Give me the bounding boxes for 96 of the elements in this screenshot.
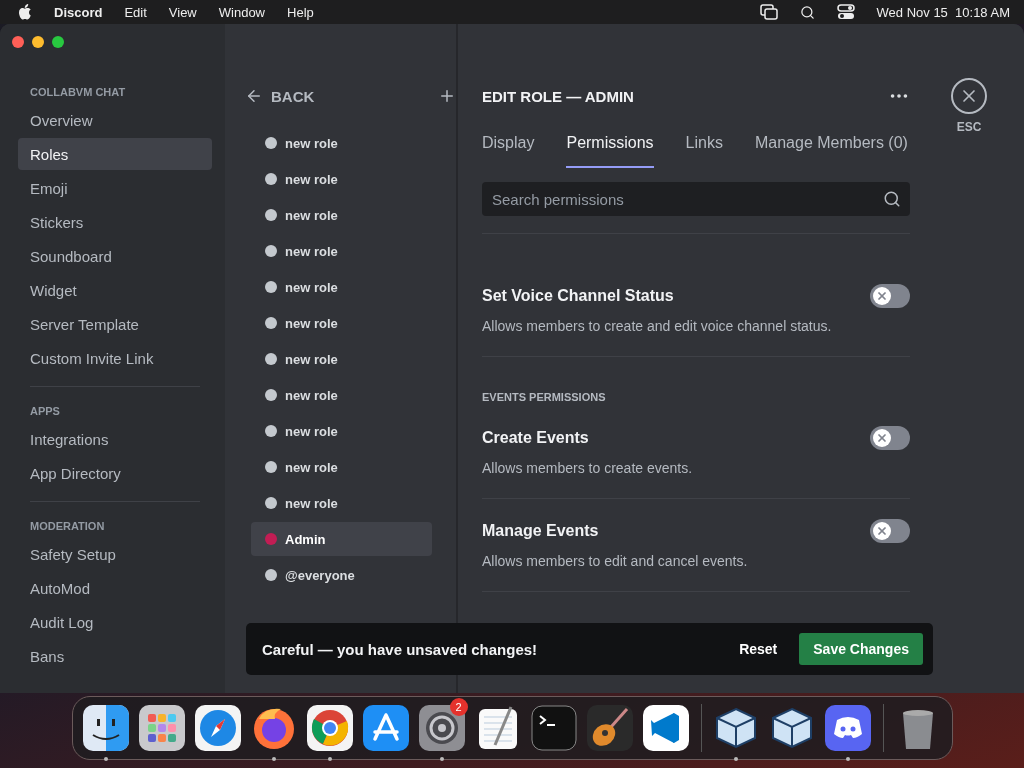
permission-title: Manage Events: [482, 522, 599, 540]
x-icon: [876, 290, 888, 302]
finder-icon[interactable]: [83, 705, 129, 751]
x-icon: [876, 525, 888, 537]
menu-item[interactable]: View: [168, 4, 197, 20]
compass-icon[interactable]: [195, 705, 241, 751]
role-item[interactable]: new role: [251, 234, 432, 268]
tab[interactable]: Links: [685, 128, 723, 168]
reset-button[interactable]: Reset: [735, 635, 782, 663]
permission-title: Set Voice Channel Status: [482, 287, 674, 305]
sidebar-item[interactable]: Custom Invite Link: [18, 342, 212, 374]
chrome-icon[interactable]: [307, 705, 353, 751]
tab[interactable]: Permissions: [566, 128, 654, 168]
apple-logo-icon[interactable]: [18, 4, 32, 20]
permission-description: Allows members to create and edit voice channel status.: [482, 318, 833, 334]
sidebar-item[interactable]: Widget: [18, 274, 212, 306]
x-icon: [876, 432, 888, 444]
zoom-window-button[interactable]: [52, 36, 64, 48]
close-window-button[interactable]: [12, 36, 24, 48]
role-name: new role: [285, 207, 338, 223]
save-changes-button[interactable]: Save Changes: [799, 633, 923, 665]
permission-description: Allows members to create events.: [482, 460, 694, 476]
code-editor-icon[interactable]: [643, 705, 689, 751]
role-name: @everyone: [285, 567, 355, 583]
minimize-window-button[interactable]: [32, 36, 44, 48]
role-name: new role: [285, 171, 338, 187]
section-header: APPS: [29, 404, 61, 419]
back-button[interactable]: BACK: [245, 87, 315, 105]
sidebar-item[interactable]: Server Template: [18, 308, 212, 340]
sidebar-item[interactable]: Audit Log: [18, 606, 212, 638]
permission-description: Allows members to edit and cancel events.: [482, 553, 749, 569]
esc-label: ESC: [956, 120, 982, 134]
toggles-icon[interactable]: [836, 4, 855, 20]
role-item[interactable]: new role: [251, 306, 432, 340]
cube-icon[interactable]: [769, 705, 815, 751]
discord-icon[interactable]: [825, 705, 871, 751]
add-role-icon[interactable]: [438, 87, 456, 105]
gear-icon[interactable]: [419, 705, 465, 751]
tab[interactable]: Display: [482, 128, 535, 168]
menu-item[interactable]: Window: [218, 4, 265, 20]
windows-icon[interactable]: [759, 4, 778, 20]
section-header: COLLABVM CHAT: [29, 85, 127, 100]
close-button[interactable]: [951, 78, 987, 114]
role-name: new role: [285, 459, 338, 475]
sidebar-item[interactable]: Stickers: [18, 206, 212, 238]
sidebar-item[interactable]: Safety Setup: [18, 538, 212, 570]
role-item[interactable]: new role: [251, 198, 432, 232]
sidebar-item[interactable]: Integrations: [18, 423, 212, 455]
role-name: new role: [285, 495, 338, 511]
search-icon: [883, 190, 901, 208]
role-name: new role: [285, 315, 338, 331]
role-item[interactable]: new role: [251, 126, 432, 160]
role-name: new role: [285, 279, 338, 295]
sidebar-item[interactable]: Soundboard: [18, 240, 212, 272]
sidebar-item[interactable]: Overview: [18, 104, 212, 136]
role-name: new role: [285, 135, 338, 151]
permission-toggle[interactable]: [870, 284, 910, 308]
app-store-icon[interactable]: [363, 705, 409, 751]
sidebar-item[interactable]: Roles: [18, 138, 212, 170]
role-name: new role: [285, 387, 338, 403]
section-header: MODERATION: [29, 519, 106, 534]
sidebar-item[interactable]: AutoMod: [18, 572, 212, 604]
launchpad-icon[interactable]: [139, 705, 185, 751]
menu-item[interactable]: Edit: [124, 4, 147, 20]
menu-item[interactable]: Help: [287, 4, 314, 20]
role-name: Admin: [285, 531, 326, 547]
sidebar-item[interactable]: Bans: [18, 640, 212, 672]
clock[interactable]: Wed Nov 15 10:18 AM: [876, 4, 1010, 20]
guitar-icon[interactable]: [587, 705, 633, 751]
permission-toggle[interactable]: [870, 426, 910, 450]
page-title: EDIT ROLE — ADMIN: [482, 87, 634, 105]
sidebar-item[interactable]: Emoji: [18, 172, 212, 204]
search-field[interactable]: Search permissions: [482, 182, 910, 216]
role-item[interactable]: new role: [251, 414, 432, 448]
role-item[interactable]: new role: [251, 378, 432, 412]
permission-toggle[interactable]: [870, 519, 910, 543]
notification-badge: 2: [449, 698, 468, 716]
terminal-icon[interactable]: [531, 705, 577, 751]
search-icon[interactable]: [799, 4, 815, 20]
role-item[interactable]: new role: [251, 486, 432, 520]
tab[interactable]: Manage Members (0): [754, 128, 908, 168]
unsaved-message: Careful — you have unsaved changes!: [262, 640, 539, 658]
sidebar-item[interactable]: App Directory: [18, 457, 212, 489]
cube-icon[interactable]: [713, 705, 759, 751]
role-item[interactable]: new role: [251, 342, 432, 376]
role-name: new role: [285, 243, 338, 259]
app-menu[interactable]: Discord: [54, 4, 103, 20]
permission-title: Create Events: [482, 429, 589, 447]
role-name: new role: [285, 423, 338, 439]
category-header: EVENTS PERMISSIONS: [482, 390, 607, 405]
role-item[interactable]: Admin: [251, 522, 432, 556]
role-item[interactable]: new role: [251, 450, 432, 484]
role-item[interactable]: new role: [251, 270, 432, 304]
role-item[interactable]: new role: [251, 162, 432, 196]
role-item[interactable]: @everyone: [251, 558, 432, 592]
role-name: new role: [285, 351, 338, 367]
